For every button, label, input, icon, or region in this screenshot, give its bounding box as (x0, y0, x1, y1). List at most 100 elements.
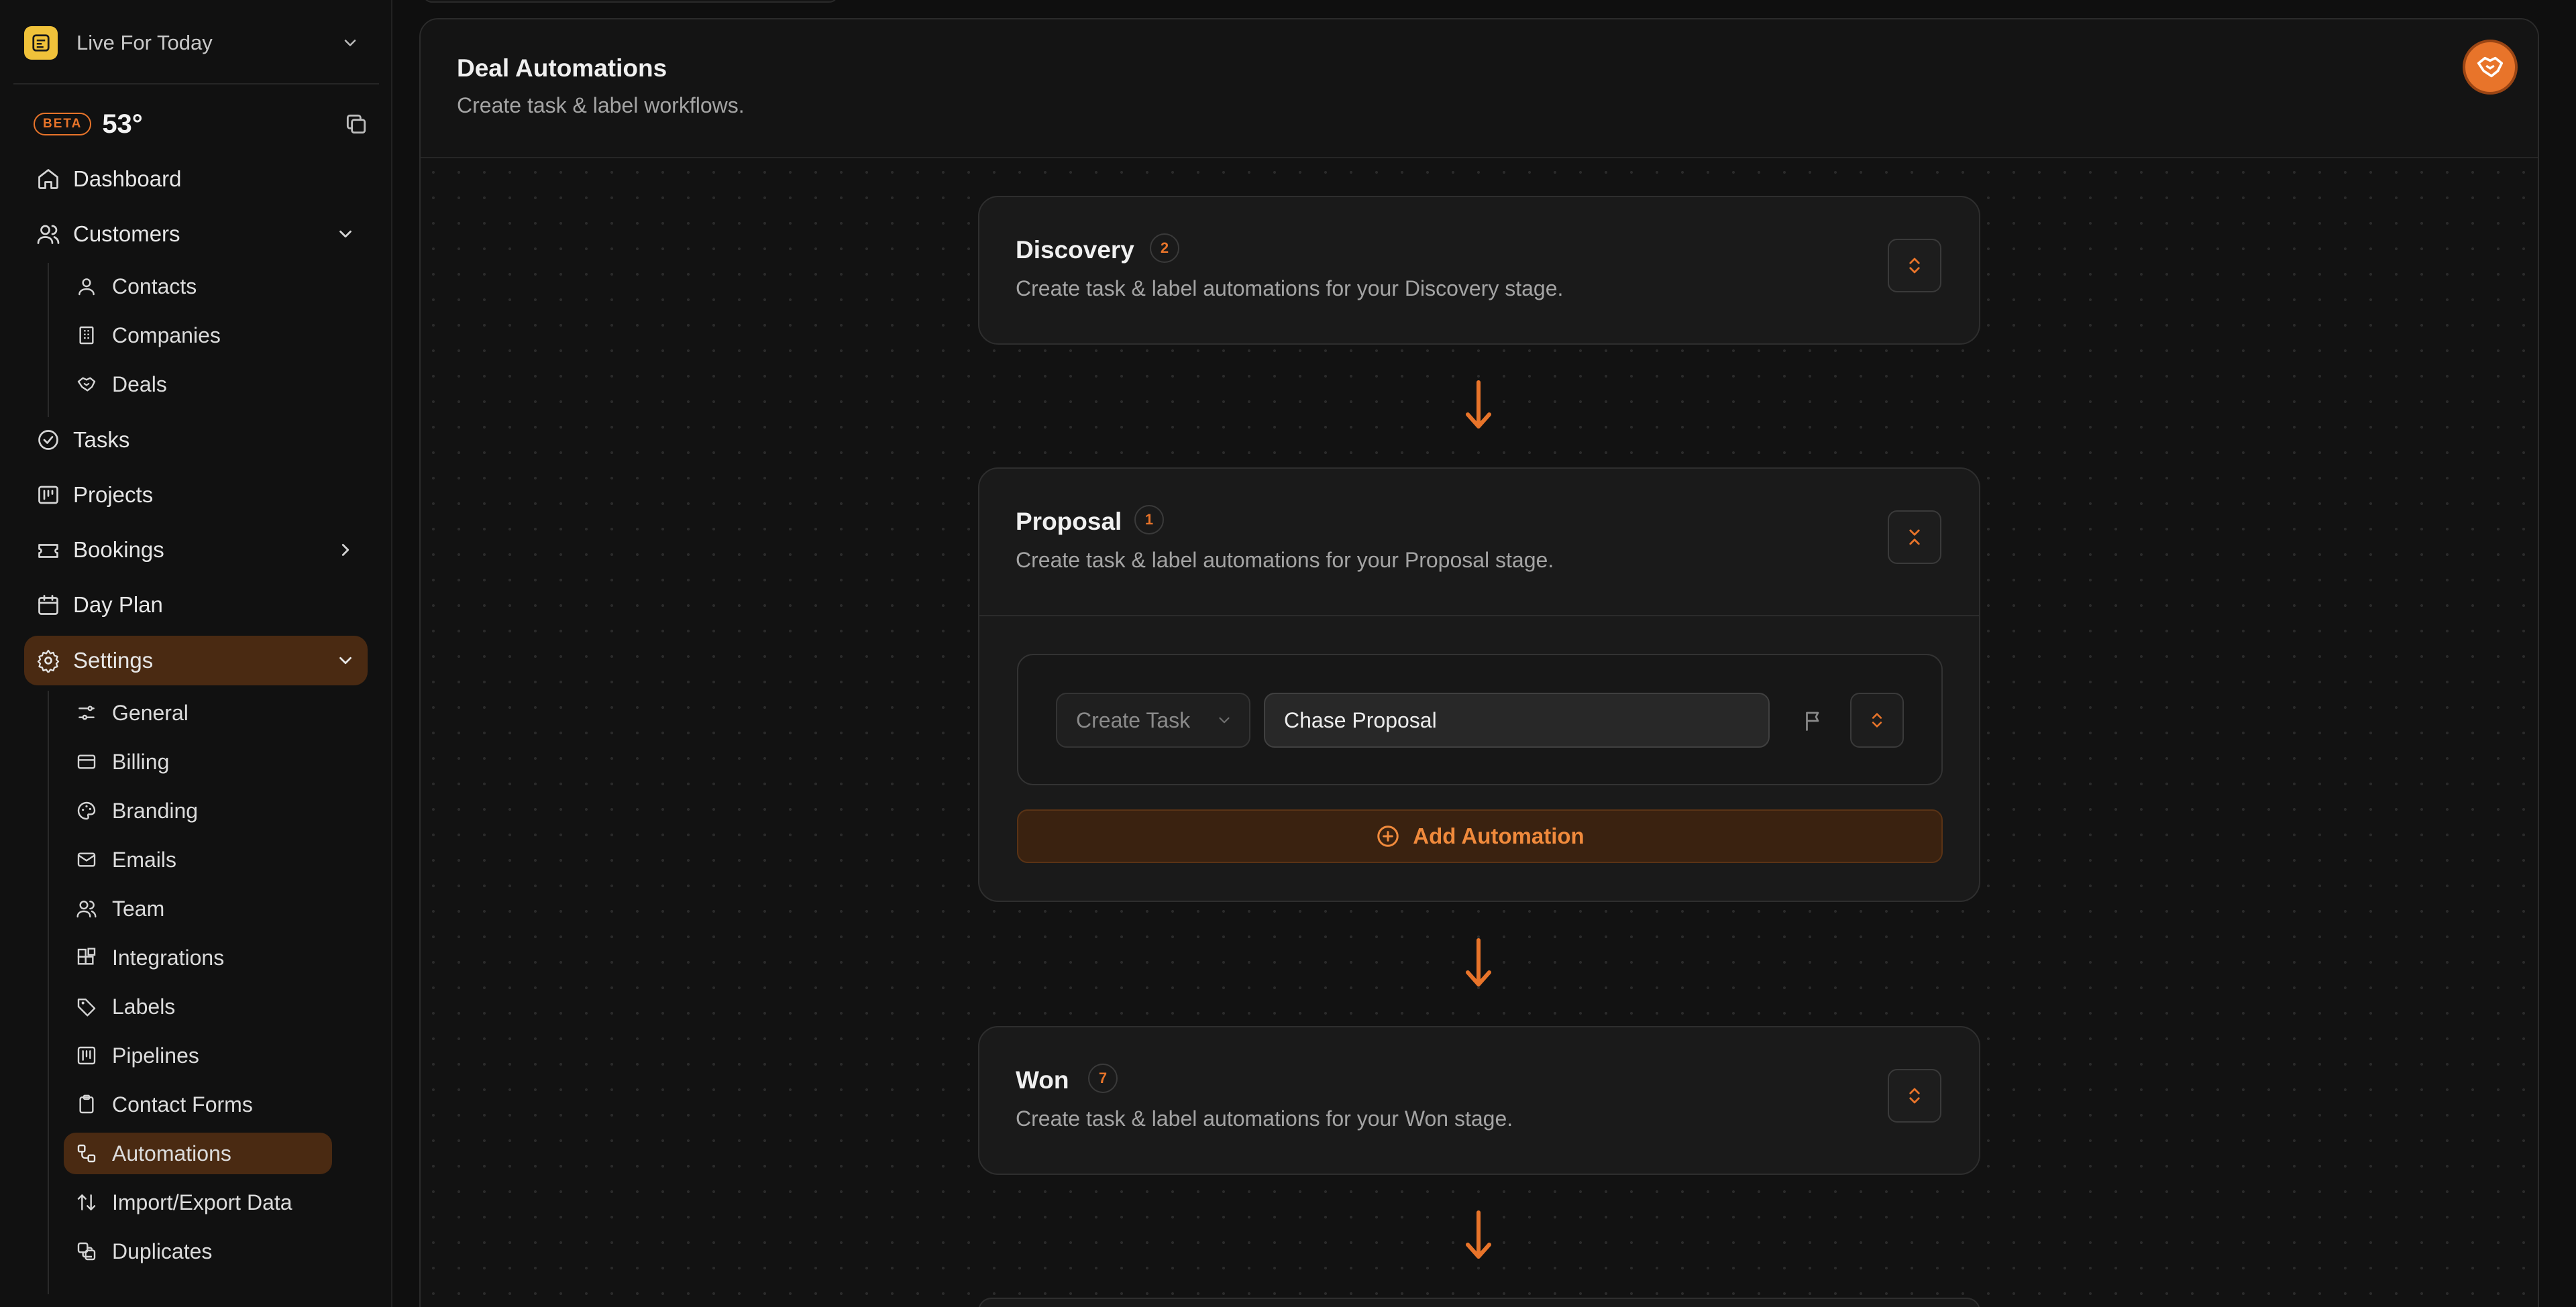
nav-label: Contact Forms (112, 1092, 253, 1117)
nav-label: Labels (112, 994, 176, 1019)
chevron-right-icon (335, 540, 356, 560)
tree-line (48, 263, 49, 417)
divider (13, 83, 379, 84)
nav-pipelines[interactable]: Pipelines (64, 1035, 332, 1076)
nav-general[interactable]: General (64, 692, 332, 734)
stage-card-won: Won 7 Create task & label automations fo… (978, 1026, 1980, 1175)
users-icon (36, 222, 60, 246)
stage-description: Create task & label automations for your… (1016, 1106, 1513, 1131)
nav-automations[interactable]: Automations (64, 1133, 332, 1174)
nav-label: Contacts (112, 274, 197, 298)
clipboard-icon (76, 1094, 97, 1115)
nav-label: Customers (73, 221, 180, 246)
chevron-down-icon (335, 224, 356, 244)
nav-deals[interactable]: Deals (64, 363, 332, 405)
nav-customers[interactable]: Customers (24, 209, 368, 259)
nav-label: General (112, 700, 189, 725)
credit-card-icon (76, 751, 97, 773)
chevron-down-icon (335, 650, 356, 671)
nav-label: Billing (112, 749, 170, 774)
chevron-down-icon (1216, 712, 1233, 729)
nav-bookings[interactable]: Bookings (24, 525, 368, 575)
arrow-down-icon (1461, 937, 1496, 988)
nav-integrations[interactable]: Integrations (64, 937, 332, 978)
chevrons-down-up-icon (1909, 529, 1920, 545)
users-icon (76, 898, 97, 919)
nav-team[interactable]: Team (64, 888, 332, 929)
stage-card-next (978, 1298, 1980, 1307)
kanban-icon (76, 1045, 97, 1066)
sidebar: Live For Today BETA 53° Dashboard Custom… (0, 0, 392, 1307)
nav-label: Import/Export Data (112, 1190, 292, 1214)
add-automation-label: Add Automation (1413, 823, 1585, 848)
deal-avatar[interactable] (2463, 40, 2518, 95)
nav-dashboard[interactable]: Dashboard (24, 154, 368, 204)
home-icon (36, 167, 60, 191)
nav-billing[interactable]: Billing (64, 741, 332, 783)
nav-label: Settings (73, 648, 154, 673)
mail-icon (76, 849, 97, 870)
nav-label: Emails (112, 847, 177, 872)
arrow-down-icon (1461, 380, 1496, 431)
nav-label: Integrations (112, 945, 225, 970)
stage-count-badge: 1 (1134, 505, 1164, 534)
workspace-switcher[interactable]: Live For Today (24, 23, 360, 63)
nav-label: Day Plan (73, 592, 163, 617)
copy-icon[interactable] (343, 111, 369, 137)
page-subtitle: Create task & label workflows. (457, 93, 745, 117)
blocks-icon (76, 947, 97, 968)
beta-badge: BETA (34, 113, 92, 135)
workspace-logo (24, 26, 58, 60)
task-name-input[interactable]: Chase Proposal (1264, 693, 1770, 748)
user-icon (76, 276, 97, 297)
action-select[interactable]: Create Task (1056, 693, 1250, 748)
tag-icon (76, 996, 97, 1017)
stage-card-discovery: Discovery 2 Create task & label automati… (978, 196, 1980, 345)
stage-count-badge: 2 (1150, 233, 1179, 263)
nav-contact-forms[interactable]: Contact Forms (64, 1084, 332, 1125)
nav-emails[interactable]: Emails (64, 839, 332, 880)
plus-circle-icon (1375, 823, 1401, 849)
workflow-icon (76, 1143, 97, 1164)
nav-companies[interactable]: Companies (64, 315, 332, 356)
chevrons-up-down-icon (1909, 258, 1920, 274)
stage-count-badge: 7 (1088, 1064, 1118, 1093)
nav-contacts[interactable]: Contacts (64, 266, 332, 307)
chevrons-up-down-icon (1909, 1088, 1920, 1104)
nav-branding[interactable]: Branding (64, 790, 332, 832)
nav-label: Branding (112, 798, 199, 823)
tree-line (48, 691, 49, 1294)
nav-day-plan[interactable]: Day Plan (24, 580, 368, 630)
nav-settings[interactable]: Settings (24, 636, 368, 685)
duplicate-icon (76, 1241, 97, 1262)
building-icon (76, 325, 97, 346)
collapse-toggle-button[interactable] (1888, 510, 1941, 564)
check-circle-icon (36, 428, 60, 452)
stage-title: Discovery (1016, 236, 1134, 264)
arrow-down-icon (1461, 1210, 1496, 1261)
stage-title: Proposal (1016, 508, 1122, 535)
stage-description: Create task & label automations for your… (1016, 276, 1564, 300)
gear-icon (36, 648, 60, 673)
workspace-name: Live For Today (76, 31, 213, 54)
add-automation-button[interactable]: Add Automation (1017, 809, 1943, 863)
arrows-up-down-icon (76, 1192, 97, 1213)
nav-label: Duplicates (112, 1239, 213, 1263)
nav-tasks[interactable]: Tasks (24, 415, 368, 465)
expand-toggle-button[interactable] (1888, 1069, 1941, 1123)
flag-icon[interactable] (1802, 709, 1826, 733)
nav-label: Pipelines (112, 1043, 199, 1068)
rule-toggle-button[interactable] (1850, 693, 1904, 748)
sliders-icon (76, 702, 97, 724)
nav-label: Automations (112, 1141, 231, 1166)
nav-projects[interactable]: Projects (24, 470, 368, 520)
expand-toggle-button[interactable] (1888, 239, 1941, 292)
chevrons-up-down-icon (1872, 713, 1882, 728)
projects-icon (36, 483, 60, 507)
nav-labels[interactable]: Labels (64, 986, 332, 1027)
divider (979, 615, 1979, 616)
nav-label: Projects (73, 482, 154, 507)
handshake-icon (2477, 56, 2504, 78)
nav-import-export[interactable]: Import/Export Data (64, 1182, 332, 1223)
nav-duplicates[interactable]: Duplicates (64, 1231, 332, 1272)
